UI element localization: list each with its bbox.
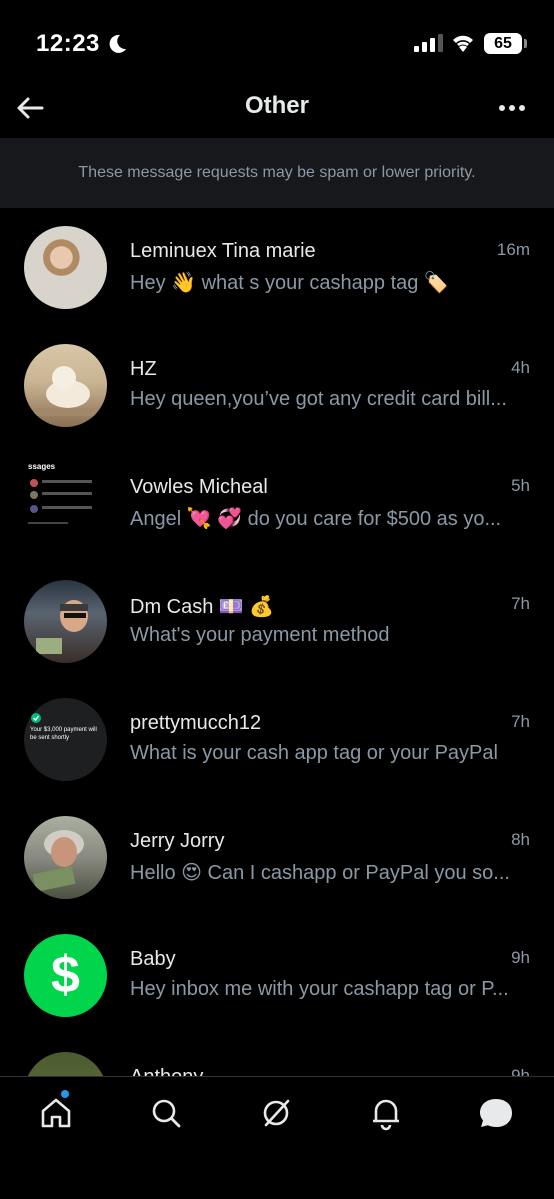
notice-text: These message requests may be spam or lo…: [78, 164, 476, 181]
moon-icon: [109, 34, 126, 53]
conversation-preview: Angel 💘 💞 do you care for $500 as yo...: [130, 508, 502, 530]
bottom-tab-bar: [0, 1076, 554, 1199]
more-options-icon[interactable]: [496, 92, 528, 124]
spam-notice: These message requests may be spam or lo…: [0, 138, 554, 208]
avatar[interactable]: [24, 580, 107, 663]
signal-icon: [414, 34, 443, 52]
woman-image: [32, 830, 84, 892]
avatar-caption: ssages: [28, 462, 56, 471]
conversation-row[interactable]: Jerry Jorry 8h Hello 😍 Can I cashapp or …: [0, 798, 554, 916]
conversation-time: 9h: [511, 1066, 530, 1076]
home-notification-dot: [61, 1090, 69, 1098]
avatar-caption: Your $3,000 payment will be sent shortly: [30, 727, 97, 741]
conversation-time: 5h: [511, 476, 530, 495]
conversation-name: Baby: [130, 948, 176, 970]
dollar-icon: $: [51, 946, 80, 1004]
cashapp-logo[interactable]: $: [24, 934, 107, 1017]
conversation-row[interactable]: HZ 4h Hey queen,you’ve got any credit ca…: [0, 326, 554, 444]
conversation-row[interactable]: $ Baby 9h Hey inbox me with your cashapp…: [0, 916, 554, 1034]
conversation-time: 7h: [511, 712, 530, 731]
conversation-preview: Hey inbox me with your cashapp tag or P.…: [130, 978, 509, 1000]
conversation-time: 16m: [496, 240, 530, 259]
avatar[interactable]: Your $3,000 payment will be sent shortly: [24, 698, 107, 781]
wifi-icon: [453, 35, 473, 52]
page-title: Other: [244, 92, 309, 119]
conversation-name: prettymucch12: [130, 712, 262, 734]
conversation-row[interactable]: Anthony 9h: [0, 1034, 554, 1076]
conversation-preview: What's your payment method: [130, 624, 390, 646]
dog-image: [34, 366, 97, 416]
conversation-preview: Hey 👋 what s your cashapp tag 🏷️: [130, 272, 449, 294]
notifications-icon[interactable]: [366, 1093, 406, 1133]
conversation-preview: What is your cash app tag or your PayPal: [130, 742, 498, 764]
conversation-time: 4h: [511, 358, 530, 377]
search-icon[interactable]: [146, 1093, 186, 1133]
conversation-time: 9h: [511, 948, 530, 967]
conversation-name: Vowles Micheal: [130, 476, 268, 498]
avatar[interactable]: [24, 226, 107, 309]
man-image: [36, 600, 88, 654]
conversation-name: Anthony: [130, 1066, 203, 1076]
screenshot-thumbnail: [28, 479, 92, 524]
conversation-name: HZ: [130, 358, 157, 380]
conversation-row[interactable]: ssages Vowles Micheal 5h Angel 💘 💞 do yo…: [0, 444, 554, 562]
conversation-preview: Hey queen,you’ve got any credit card bil…: [130, 388, 507, 410]
status-time: 12:23: [36, 30, 100, 57]
avatar[interactable]: [24, 816, 107, 899]
header: Other: [0, 80, 554, 138]
home-icon[interactable]: [36, 1093, 76, 1133]
status-bar: 12:23 65: [0, 0, 554, 80]
conversation-list[interactable]: Leminuex Tina marie 16m Hey 👋 what s you…: [0, 208, 554, 1076]
conversation-name: Jerry Jorry: [130, 830, 225, 852]
conversation-name: Dm Cash 💷 💰: [130, 596, 275, 618]
battery-tip: [524, 39, 527, 48]
conversation-time: 7h: [511, 594, 530, 613]
avatar[interactable]: [24, 1052, 107, 1076]
conversation-time: 8h: [511, 830, 530, 849]
messages-icon[interactable]: [476, 1093, 516, 1133]
conversation-row[interactable]: Dm Cash 💷 💰 7h What's your payment metho…: [0, 562, 554, 680]
avatar[interactable]: ssages: [24, 462, 107, 545]
svg-text:$: $: [51, 946, 80, 1004]
grok-icon[interactable]: [256, 1093, 296, 1133]
conversation-row[interactable]: Your $3,000 payment will be sent shortly…: [0, 680, 554, 798]
avatar[interactable]: [24, 344, 107, 427]
conversation-row[interactable]: Leminuex Tina marie 16m Hey 👋 what s you…: [0, 208, 554, 326]
conversation-name: Leminuex Tina marie: [130, 240, 316, 262]
conversation-preview: Hello 😍 Can I cashapp or PayPal you so..…: [130, 862, 510, 884]
battery-icon: 65: [484, 33, 522, 54]
